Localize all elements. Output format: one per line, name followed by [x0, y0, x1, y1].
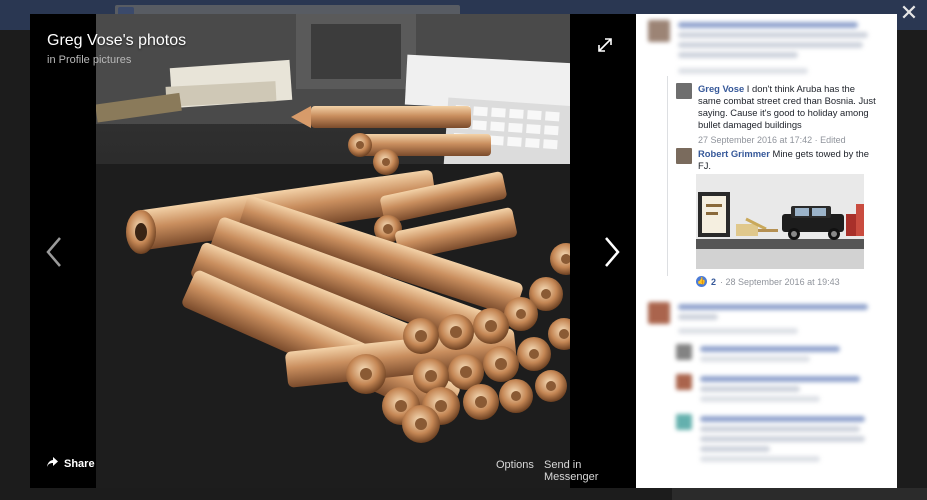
blurred-comment — [648, 20, 868, 74]
close-icon[interactable]: ✕ — [897, 2, 921, 26]
blurred-comment — [676, 374, 860, 402]
photo-stage: Greg Vose's photos in Profile pictures S… — [30, 14, 636, 488]
comment-author-link[interactable]: Greg Vose — [698, 83, 744, 94]
avatar[interactable] — [676, 148, 692, 164]
photo-action-bar: Share Options Send in Messenger — [30, 442, 636, 488]
photo-owner-title[interactable]: Greg Vose's photos — [47, 32, 186, 50]
comments-panel: Greg Vose I don't think Aruba has the sa… — [636, 14, 897, 488]
photo-image — [96, 14, 570, 488]
comment-timestamp[interactable]: · 28 September 2016 at 19:43 — [720, 277, 840, 287]
comment-timestamp[interactable]: 27 September 2016 at 17:42 · Edited — [698, 134, 876, 146]
share-label: Share — [64, 457, 95, 470]
comment-photo-attachment[interactable] — [696, 174, 864, 269]
blurred-comment — [676, 344, 840, 362]
reply-thread-line — [667, 76, 668, 276]
background-chat-bar — [672, 488, 927, 500]
comment-author-link[interactable]: Robert Grimmer — [698, 148, 770, 159]
blurred-comment — [676, 414, 865, 462]
send-in-messenger-button[interactable]: Send in Messenger — [544, 459, 636, 483]
share-button[interactable]: Share — [47, 457, 95, 470]
share-icon — [47, 457, 58, 470]
photo-viewer: Greg Vose's photos in Profile pictures S… — [30, 14, 897, 488]
comment-likes-row: 👍 2 · 28 September 2016 at 19:43 — [696, 276, 840, 287]
options-button[interactable]: Options — [496, 459, 534, 471]
like-count[interactable]: 2 — [711, 277, 716, 287]
next-photo-arrow-icon[interactable] — [596, 232, 626, 272]
avatar[interactable] — [676, 83, 692, 99]
blurred-comment — [648, 302, 868, 334]
comment-reply: Greg Vose I don't think Aruba has the sa… — [676, 83, 876, 146]
comment-reply: Robert Grimmer Mine gets towed by the FJ… — [676, 148, 876, 172]
expand-icon[interactable] — [596, 36, 614, 54]
previous-photo-arrow-icon[interactable] — [40, 232, 70, 272]
like-icon[interactable]: 👍 — [696, 276, 707, 287]
album-label[interactable]: in Profile pictures — [47, 54, 131, 66]
